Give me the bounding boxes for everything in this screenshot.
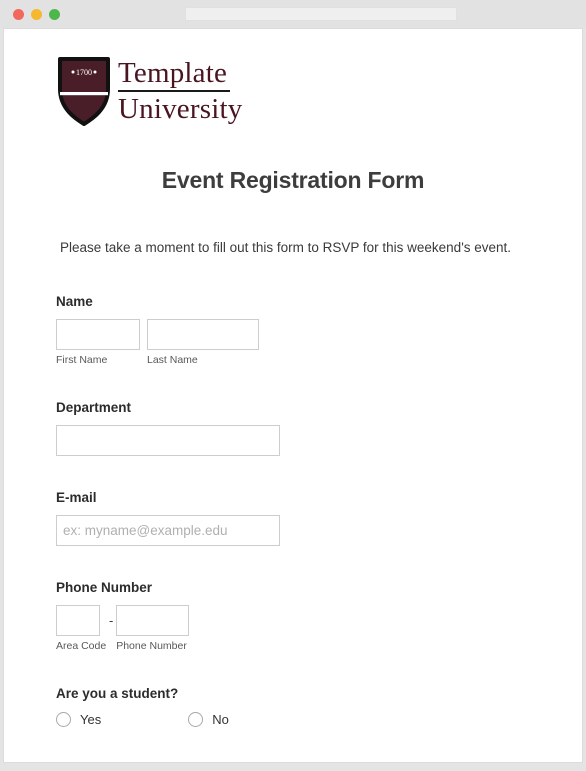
field-group-name: Name First Name Last Name <box>56 294 530 366</box>
phone-separator: - <box>109 613 114 628</box>
last-name-sublabel: Last Name <box>147 354 198 366</box>
window-controls <box>13 8 60 20</box>
field-group-student: Are you a student? Yes No <box>56 686 530 727</box>
area-code-input[interactable] <box>56 605 100 636</box>
browser-chrome <box>0 0 586 28</box>
phone-number-col: Phone Number <box>116 605 190 652</box>
wordmark-divider <box>118 90 230 92</box>
form-intro-text: Please take a moment to fill out this fo… <box>60 240 512 255</box>
field-group-department: Department <box>56 400 530 456</box>
radio-label-yes: Yes <box>80 712 102 727</box>
name-inputs-row: First Name Last Name <box>56 319 530 366</box>
email-label: E-mail <box>56 490 97 505</box>
area-code-sublabel: Area Code <box>56 640 107 652</box>
phone-inputs-row: Area Code - Phone Number <box>56 605 530 652</box>
radio-circle-icon[interactable] <box>188 712 204 727</box>
maximize-window-icon[interactable] <box>49 8 60 20</box>
phone-number-sublabel: Phone Number <box>116 640 187 652</box>
wordmark-line-1: Template <box>118 56 228 89</box>
close-window-icon[interactable] <box>13 8 24 20</box>
phone-label: Phone Number <box>56 580 153 595</box>
wordmark-line-2: University <box>118 93 243 125</box>
university-wordmark: Template University <box>118 57 242 126</box>
email-input[interactable] <box>56 515 280 546</box>
form-content: 1700 Template University Event Registrat… <box>4 29 582 762</box>
shield-icon: 1700 <box>56 55 112 127</box>
area-code-col: Area Code <box>56 605 106 652</box>
field-group-phone: Phone Number Area Code - Phone Number <box>56 580 530 652</box>
radio-circle-icon[interactable] <box>56 712 71 727</box>
first-name-input[interactable] <box>56 319 140 350</box>
page-canvas: 1700 Template University Event Registrat… <box>3 28 583 763</box>
university-logo: 1700 Template University <box>56 29 530 131</box>
student-radio-group: Yes No <box>56 712 530 727</box>
phone-number-input[interactable] <box>116 605 190 636</box>
minimize-window-icon[interactable] <box>31 8 42 20</box>
radio-option-no[interactable]: No <box>188 712 229 727</box>
first-name-col: First Name <box>56 319 140 366</box>
department-label: Department <box>56 400 132 415</box>
radio-label-no: No <box>212 712 229 727</box>
last-name-col: Last Name <box>147 319 259 366</box>
page-title: Event Registration Form <box>161 167 425 193</box>
last-name-input[interactable] <box>147 319 259 350</box>
address-bar[interactable] <box>185 7 457 21</box>
svg-text:1700: 1700 <box>76 68 92 77</box>
student-question-label: Are you a student? <box>56 686 179 701</box>
department-input[interactable] <box>56 425 280 456</box>
first-name-sublabel: First Name <box>56 354 108 366</box>
name-label: Name <box>56 294 93 309</box>
radio-option-yes[interactable]: Yes <box>56 712 101 727</box>
field-group-email: E-mail <box>56 490 530 546</box>
